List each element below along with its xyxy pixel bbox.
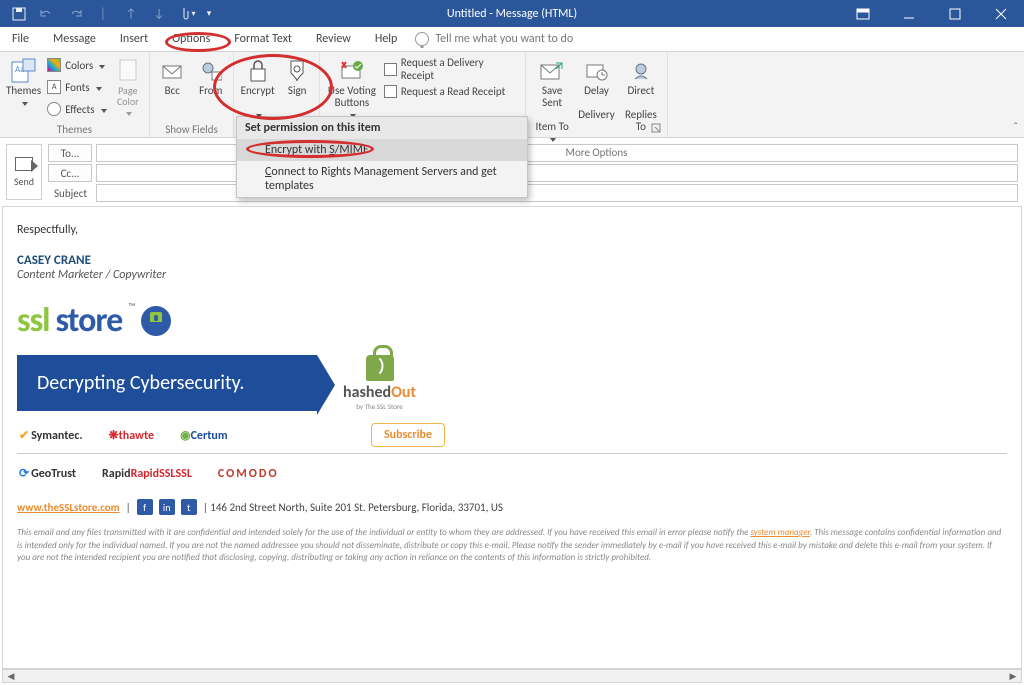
- sign-button[interactable]: Sign: [281, 55, 313, 97]
- site-link[interactable]: www.theSSLstore.com: [17, 501, 120, 514]
- subject-field[interactable]: [96, 184, 1018, 202]
- group-more-options: Save SentItem To DelayDelivery DirectRep…: [526, 52, 668, 137]
- send-icon: [15, 157, 33, 171]
- signature-name: CASEY CRANE: [17, 253, 1007, 268]
- subject-label: Subject: [48, 184, 92, 202]
- quick-access-toolbar: │ ↑ ↓ ▾ ▾: [0, 2, 216, 25]
- banner: Decrypting Cybersecurity. hashedOut by T…: [17, 355, 1007, 411]
- group-themes: Aa Themes Colors AFonts Effects Page Col…: [0, 52, 150, 137]
- read-receipt-checkbox[interactable]: Request a Read Receipt: [384, 81, 519, 101]
- linkedin-icon[interactable]: in: [159, 499, 175, 515]
- tab-review[interactable]: Review: [304, 27, 363, 51]
- dropdown-header: Set permission on this item: [237, 117, 527, 139]
- minimize-icon[interactable]: [886, 0, 932, 27]
- brand-symantec: Symantec.: [19, 428, 83, 443]
- brand-certum: ◉Certum: [180, 428, 228, 443]
- encrypt-button[interactable]: Encrypt: [240, 55, 275, 121]
- themes-label: Themes: [6, 85, 41, 97]
- lightbulb-icon: [415, 32, 429, 46]
- next-icon[interactable]: ↓: [146, 2, 172, 25]
- banner-text: Decrypting Cybersecurity.: [17, 355, 317, 411]
- redo-icon[interactable]: [62, 2, 88, 25]
- window-buttons: [840, 0, 1024, 27]
- group-show-fields: Bcc From Show Fields: [150, 52, 234, 137]
- qat-more-icon[interactable]: ▾: [202, 2, 216, 25]
- brand-rapidssl: RapidRapidSSLSSL: [102, 467, 192, 481]
- signature-title: Content Marketer / Copywriter: [17, 268, 1007, 282]
- maximize-icon[interactable]: [932, 0, 978, 27]
- from-button[interactable]: From: [195, 55, 228, 97]
- tab-options[interactable]: Options: [160, 27, 222, 51]
- ribbon-display-icon[interactable]: [840, 0, 886, 27]
- disclaimer: This email and any files transmitted wit…: [17, 527, 1007, 565]
- title-bar: │ ↑ ↓ ▾ ▾ Untitled - Message (HTML): [0, 0, 1024, 27]
- brand-comodo: COMODO: [218, 467, 279, 481]
- bcc-button[interactable]: Bcc: [156, 55, 189, 97]
- twitter-icon[interactable]: t: [181, 499, 197, 515]
- voting-button[interactable]: Use Voting Buttons: [326, 55, 378, 121]
- cc-button[interactable]: Cc...: [48, 164, 92, 182]
- cc-field[interactable]: [96, 164, 1018, 182]
- tab-help[interactable]: Help: [363, 27, 410, 51]
- tab-message[interactable]: Message: [41, 27, 108, 51]
- tab-insert[interactable]: Insert: [108, 27, 160, 51]
- effects-button[interactable]: Effects: [47, 99, 106, 119]
- to-button[interactable]: To...: [48, 144, 92, 162]
- lock-icon: [141, 306, 171, 336]
- facebook-icon[interactable]: f: [137, 499, 153, 515]
- tab-format-text[interactable]: Format Text: [222, 27, 304, 51]
- delay-delivery-button[interactable]: DelayDelivery: [578, 55, 615, 121]
- tab-file[interactable]: File: [0, 27, 41, 51]
- send-label: Send: [14, 175, 34, 188]
- tell-me[interactable]: Tell me what you want to do: [415, 27, 573, 51]
- subscribe-button[interactable]: Subscribe: [371, 423, 445, 447]
- close-icon[interactable]: [978, 0, 1024, 27]
- dialog-launcher-icon[interactable]: [651, 123, 663, 135]
- brand-geotrust: GeoTrust: [19, 466, 76, 481]
- colors-button[interactable]: Colors: [47, 55, 106, 75]
- ribbon-tabs: File Message Insert Options Format Text …: [0, 27, 1024, 52]
- tell-me-label: Tell me what you want to do: [435, 32, 573, 46]
- system-manager-link[interactable]: system manager: [750, 527, 809, 538]
- prev-icon[interactable]: ↑: [118, 2, 144, 25]
- horizontal-scrollbar[interactable]: ◀ ▶: [2, 669, 1022, 683]
- collapse-ribbon-icon[interactable]: ˆ: [1013, 121, 1018, 135]
- undo-icon[interactable]: [34, 2, 60, 25]
- brand-thawte: ❋thawte: [109, 428, 155, 443]
- closing-text: Respectfully,: [17, 223, 1007, 237]
- brand-row-2: GeoTrust RapidRapidSSLSSL COMODO: [17, 460, 1007, 487]
- mail-body[interactable]: Respectfully, CASEY CRANE Content Market…: [2, 206, 1022, 669]
- encrypt-smime-item[interactable]: Encrypt with S/MIME: [237, 139, 527, 161]
- send-button[interactable]: Send: [6, 144, 42, 200]
- brand-row: Symantec. ❋thawte ◉Certum Subscribe: [17, 417, 1007, 454]
- attach-icon[interactable]: ▾: [174, 2, 200, 25]
- connect-rms-item[interactable]: Connect to Rights Management Servers and…: [237, 161, 527, 197]
- fonts-button[interactable]: AFonts: [47, 77, 106, 97]
- delivery-receipt-checkbox[interactable]: Request a Delivery Receipt: [384, 59, 519, 79]
- save-icon[interactable]: [6, 2, 32, 25]
- encrypt-dropdown: Set permission on this item Encrypt with…: [236, 116, 528, 198]
- direct-replies-button[interactable]: DirectReplies To: [621, 55, 661, 133]
- padlock-icon: [366, 355, 394, 381]
- group-caption: Themes: [6, 122, 143, 136]
- scroll-right-icon[interactable]: ▶: [1005, 670, 1021, 682]
- links-row: www.theSSLstore.com | f in t | 146 2nd S…: [17, 499, 1007, 515]
- scroll-left-icon[interactable]: ◀: [3, 670, 19, 682]
- sslstore-logo: sslstore ™: [17, 300, 1007, 341]
- themes-button[interactable]: Aa Themes: [6, 55, 41, 109]
- page-color-button[interactable]: Page Color: [113, 55, 143, 119]
- save-sent-button[interactable]: Save SentItem To: [532, 55, 572, 145]
- address-text: | 146 2nd Street North, Suite 201 St. Pe…: [203, 501, 503, 514]
- qat-sep: │: [90, 2, 116, 25]
- hashedout-logo: hashedOut by The SSL Store: [343, 355, 416, 411]
